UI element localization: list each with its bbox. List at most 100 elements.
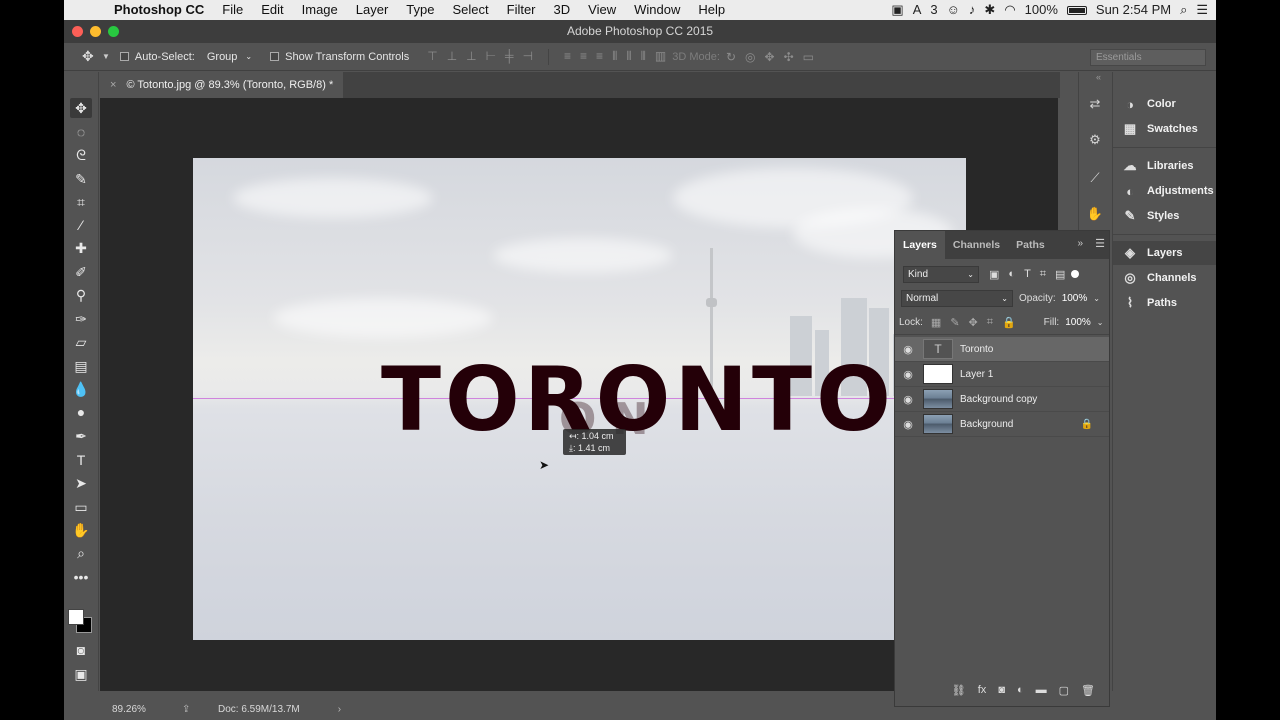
align-vcenter-icon[interactable]: ⊥ [447, 49, 457, 65]
distribute-left-icon[interactable]: ⦀ [612, 49, 617, 65]
auto-align-icon[interactable]: ▥ [655, 49, 666, 65]
blend-mode-dropdown[interactable]: Normal ⌄ [901, 289, 1013, 307]
tab-paths[interactable]: Paths [1008, 231, 1053, 259]
close-window-button[interactable] [72, 26, 83, 37]
visibility-eye-icon[interactable]: ◉ [895, 393, 921, 406]
menu-image[interactable]: Image [293, 0, 347, 20]
tab-layers[interactable]: Layers [895, 231, 945, 259]
camera-icon[interactable]: ▣ [891, 0, 903, 20]
align-hcenter-icon[interactable]: ╪ [505, 49, 514, 65]
distribute-right-icon[interactable]: ⦀ [641, 49, 646, 65]
lock-position-icon[interactable]: ✥ [969, 316, 978, 329]
menu-help[interactable]: Help [689, 0, 734, 20]
auto-select-checkbox[interactable] [119, 52, 129, 61]
brush-tool-icon[interactable]: ✐ [70, 262, 92, 282]
align-right-icon[interactable]: ⊣ [523, 49, 533, 65]
hand-tool-icon[interactable]: ✋ [70, 520, 92, 540]
clone-stamp-tool-icon[interactable]: ⚲ [70, 285, 92, 305]
menu-view[interactable]: View [579, 0, 625, 20]
filter-kind-dropdown[interactable]: Kind ⌄ [903, 265, 979, 283]
adobe-icon[interactable]: A [913, 0, 922, 20]
marquee-tool-icon[interactable]: ◌ [70, 122, 92, 142]
opacity-value[interactable]: 100% [1062, 293, 1088, 304]
3d-scale-icon[interactable]: ▭ [803, 50, 814, 64]
crop-tool-icon[interactable]: ⌗ [70, 192, 92, 212]
workspace-switcher[interactable]: Essentials [1090, 49, 1206, 66]
chevron-down-icon[interactable]: ⌄ [1097, 318, 1104, 327]
3d-slide-icon[interactable]: ✣ [784, 50, 794, 64]
close-icon[interactable]: × [110, 72, 116, 98]
adjustment-layer-icon[interactable]: ◐ [1017, 684, 1024, 696]
menu-type[interactable]: Type [397, 0, 443, 20]
app-menu[interactable]: Photoshop CC [102, 0, 213, 20]
distribute-hcenter-icon[interactable]: ⦀ [626, 49, 631, 65]
history-brush-tool-icon[interactable]: ✑ [70, 309, 92, 329]
document-tab[interactable]: × © Totonto.jpg @ 89.3% (Toronto, RGB/8)… [100, 72, 344, 98]
transform-controls-checkbox[interactable] [270, 52, 280, 61]
layer-row-background[interactable]: ◉ Background 🔒 [895, 412, 1109, 437]
foreground-color[interactable] [68, 609, 84, 625]
menu-select[interactable]: Select [443, 0, 497, 20]
trash-icon[interactable]: 🗑 [1081, 684, 1095, 697]
align-top-icon[interactable]: ⊤ [427, 49, 437, 65]
3d-orbit-icon[interactable]: ↻ [726, 50, 736, 64]
eyedropper-tool-icon[interactable]: ⁄ [70, 215, 92, 235]
distribute-top-icon[interactable]: ≡ [564, 49, 571, 65]
filter-toggle[interactable] [1071, 270, 1080, 278]
menu-file[interactable]: File [213, 0, 252, 20]
shape-filter-icon[interactable]: ⌗ [1040, 268, 1046, 281]
more-tools-icon[interactable]: ••• [70, 567, 92, 587]
menu-window[interactable]: Window [625, 0, 689, 20]
panel-libraries[interactable]: ☁ Libraries [1113, 154, 1216, 178]
zoom-window-button[interactable] [108, 26, 119, 37]
link-layers-icon[interactable]: ⛓ [952, 684, 966, 697]
notification-center-icon[interactable]: ☰ [1196, 0, 1208, 20]
chevron-right-icon[interactable]: › [338, 704, 341, 715]
shape-tool-icon[interactable]: ▭ [70, 497, 92, 517]
new-group-icon[interactable]: ▬ [1036, 684, 1047, 696]
pixel-filter-icon[interactable]: ▣ [989, 268, 999, 281]
chevron-down-icon[interactable]: ▼ [102, 52, 110, 61]
dodge-tool-icon[interactable]: ● [70, 402, 92, 422]
clock[interactable]: Sun 2:54 PM [1096, 0, 1171, 20]
tool-presets-icon[interactable]: ✋ [1085, 204, 1105, 224]
zoom-tool-icon[interactable]: ⌕ [70, 543, 92, 563]
spotlight-icon[interactable]: ⌕ [1180, 0, 1187, 20]
visibility-eye-icon[interactable]: ◉ [895, 368, 921, 381]
adjustment-filter-icon[interactable]: ◐ [1008, 268, 1015, 281]
fx-icon[interactable]: fx [978, 684, 987, 696]
visibility-eye-icon[interactable]: ◉ [895, 343, 921, 356]
bluetooth-icon[interactable]: ✱ [984, 0, 995, 20]
healing-brush-tool-icon[interactable]: ✚ [70, 238, 92, 258]
panel-paths[interactable]: ⌇ Paths [1113, 291, 1216, 315]
auto-select-dropdown[interactable]: Group ⌄ [203, 51, 256, 63]
status-count[interactable]: 3 [930, 0, 937, 20]
distribute-vcenter-icon[interactable]: ≡ [580, 49, 587, 65]
zoom-level[interactable]: 89.26% [112, 704, 182, 715]
new-layer-icon[interactable]: ▢ [1059, 684, 1069, 697]
battery-icon[interactable] [1066, 5, 1087, 15]
type-filter-icon[interactable]: T [1024, 268, 1031, 281]
battery-percent[interactable]: 100% [1025, 0, 1058, 20]
3d-roll-icon[interactable]: ◎ [745, 50, 755, 64]
move-tool-preset-icon[interactable]: ✥ [82, 48, 102, 65]
gradient-tool-icon[interactable]: ▤ [70, 356, 92, 376]
layer-row-layer-1[interactable]: ◉ Layer 1 [895, 362, 1109, 387]
visibility-eye-icon[interactable]: ◉ [895, 418, 921, 431]
history-icon[interactable]: ⇄ [1085, 94, 1105, 114]
panel-color[interactable]: ◑ Color [1113, 92, 1216, 116]
type-tool-icon[interactable]: T [70, 450, 92, 470]
accessibility-icon[interactable]: ☺ [947, 0, 960, 20]
collapse-icon[interactable]: « [1096, 72, 1101, 82]
lasso-tool-icon[interactable]: ᘓ [70, 145, 92, 165]
chevron-down-icon[interactable]: ⌄ [1093, 294, 1100, 303]
3d-pan-icon[interactable]: ✥ [765, 50, 775, 64]
layer-row-toronto[interactable]: ◉ T Toronto [895, 337, 1109, 362]
move-tool-icon[interactable]: ✥ [70, 98, 92, 118]
brush-presets-icon[interactable]: ⟋ [1085, 168, 1105, 188]
fill-value[interactable]: 100% [1065, 317, 1091, 328]
align-left-icon[interactable]: ⊢ [486, 49, 496, 65]
pen-tool-icon[interactable]: ✒ [70, 426, 92, 446]
screen-mode-icon[interactable]: ▣ [70, 664, 92, 684]
quick-mask-icon[interactable]: ◙ [70, 640, 92, 660]
